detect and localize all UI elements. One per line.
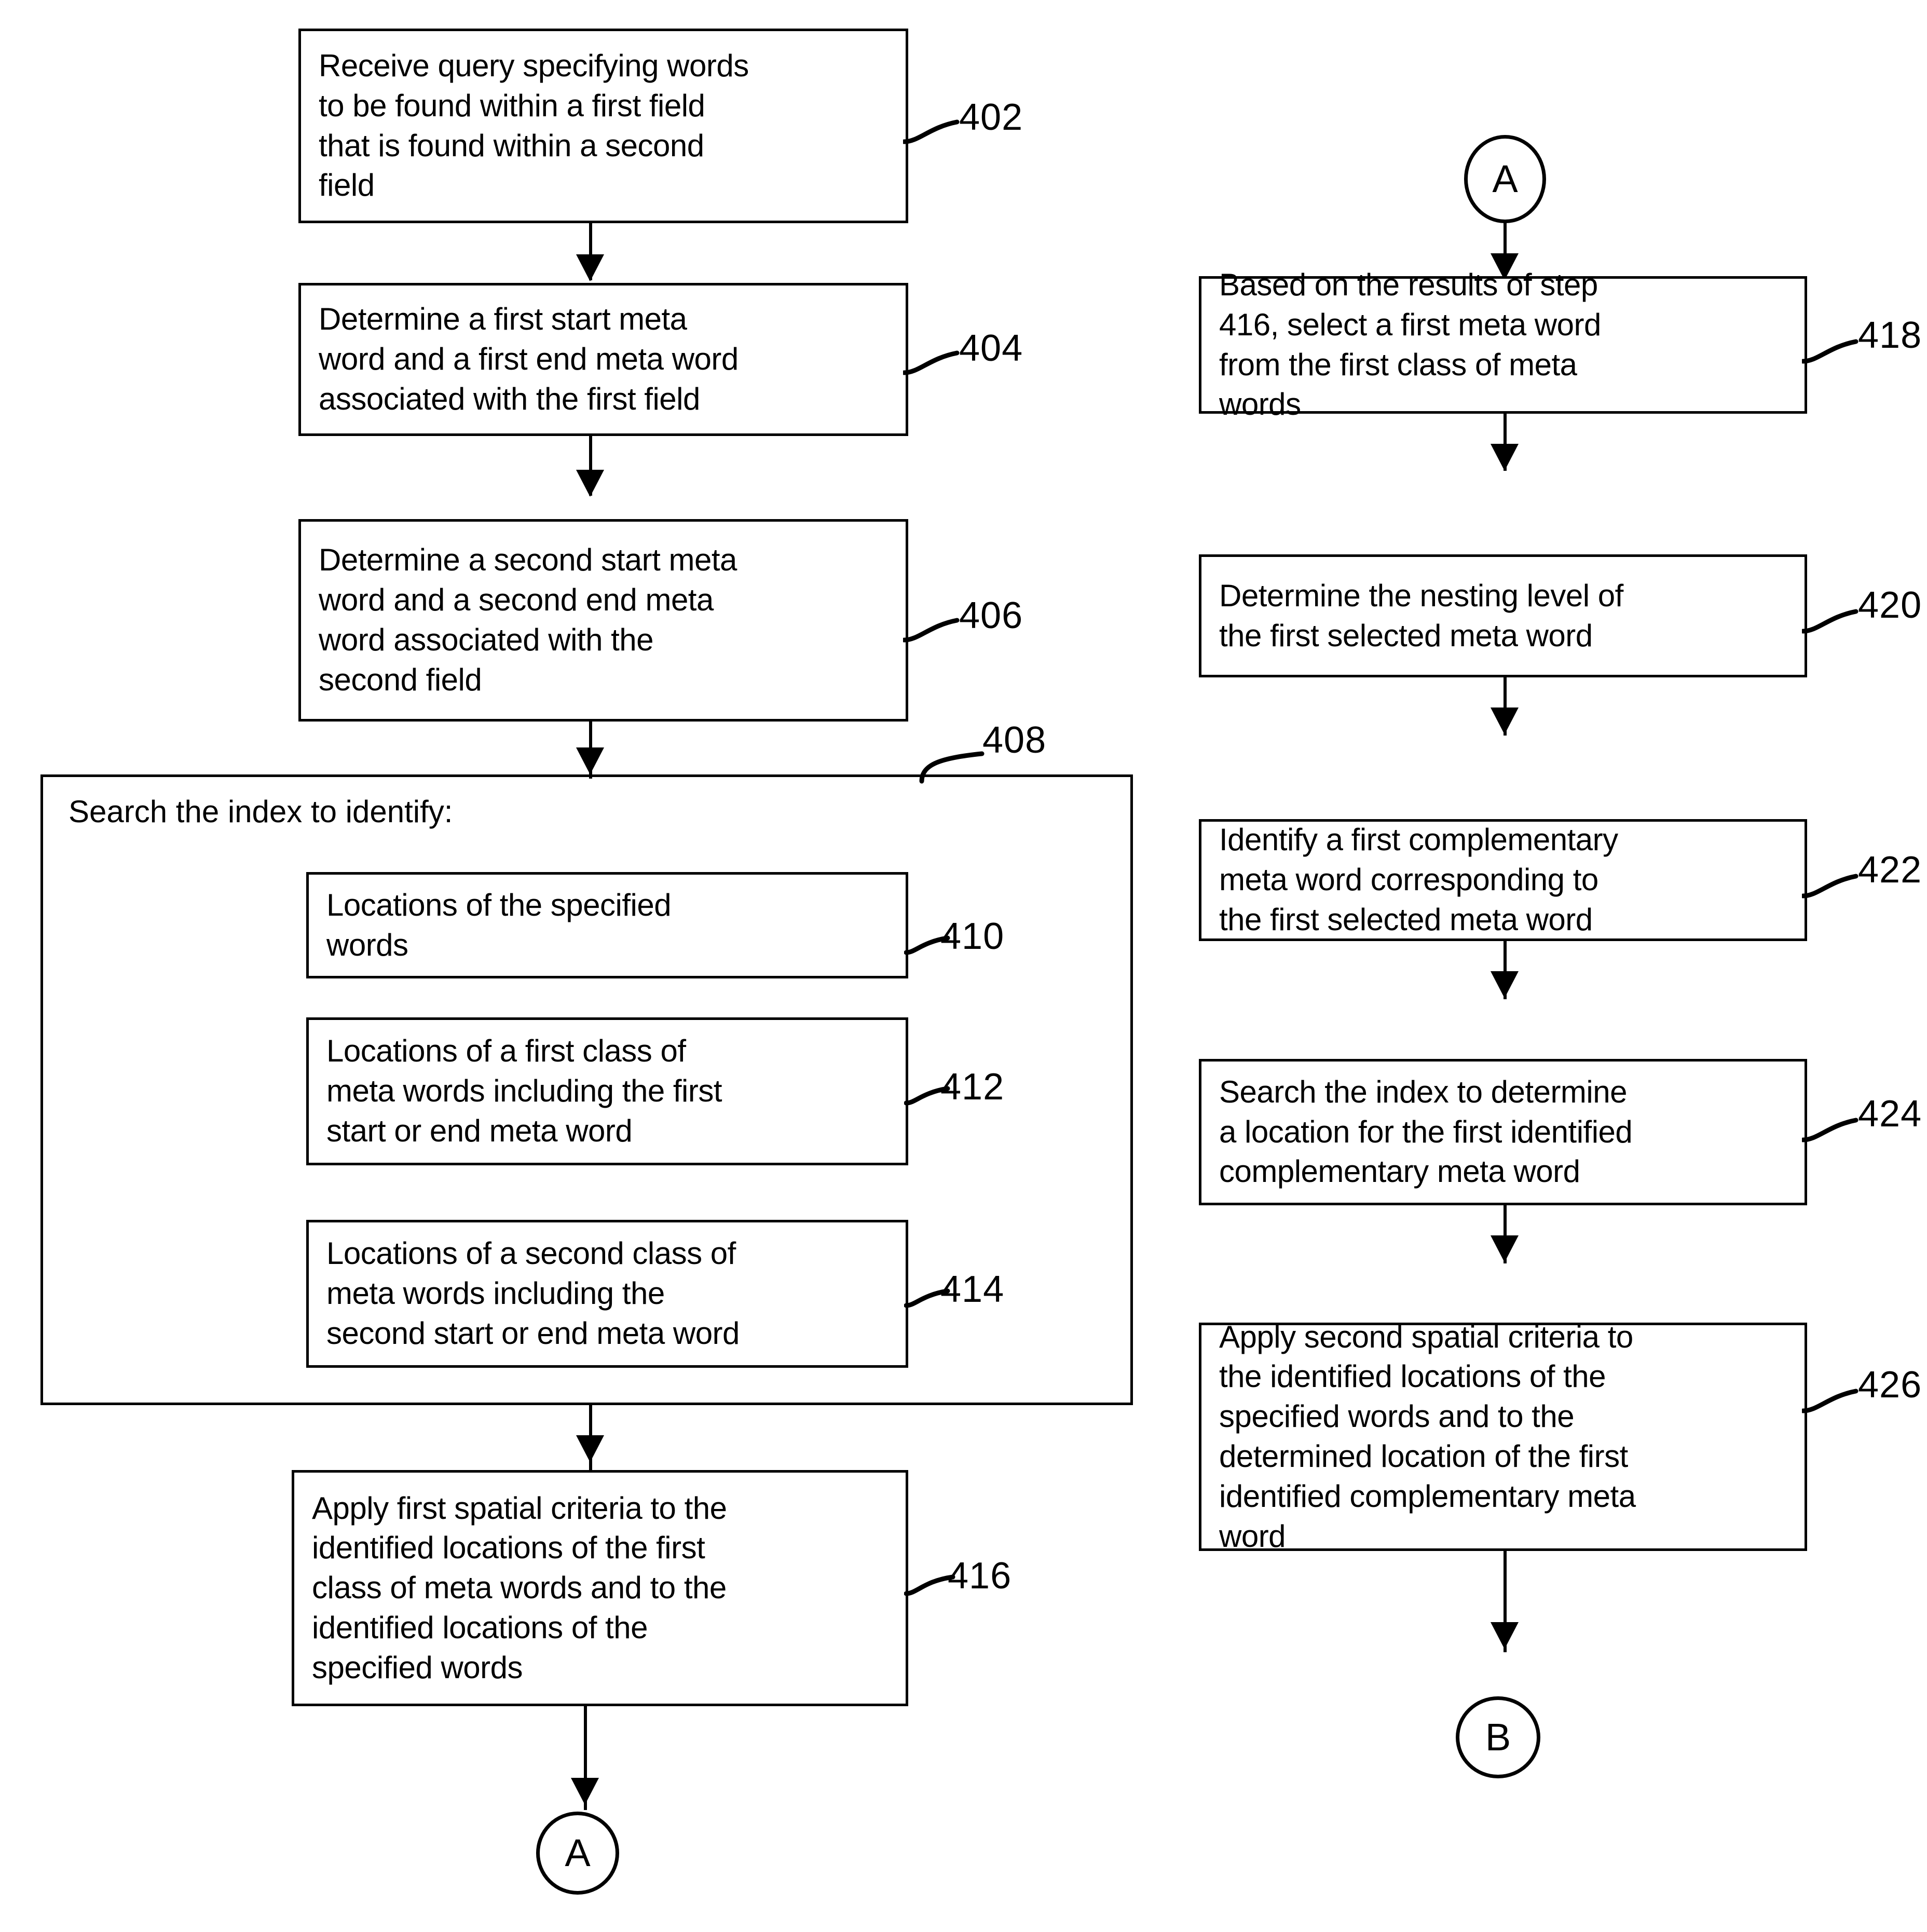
process-box-402[interactable]: Receive query specifying words to be fou… bbox=[298, 29, 908, 223]
offpage-connector-a-in-label: A bbox=[1492, 157, 1518, 200]
arrowhead-416-a bbox=[571, 1778, 599, 1805]
process-box-418-label: Based on the results of step 416, select… bbox=[1219, 267, 1601, 422]
arrowhead-418-420 bbox=[1491, 444, 1519, 471]
process-box-422[interactable]: Identify a first complementary meta word… bbox=[1199, 819, 1807, 941]
ref-number-416: 416 bbox=[948, 1555, 1012, 1597]
process-box-416-label: Apply first spatial criteria to the iden… bbox=[312, 1490, 727, 1685]
arrowhead-424-426 bbox=[1491, 1235, 1519, 1262]
offpage-connector-a-in[interactable]: A bbox=[1464, 135, 1546, 223]
process-box-410-label: Locations of the specified words bbox=[326, 887, 672, 962]
ref-number-420: 420 bbox=[1858, 584, 1922, 626]
offpage-connector-a-out[interactable]: A bbox=[536, 1812, 619, 1895]
ref-leader-404 bbox=[903, 350, 960, 375]
process-box-416[interactable]: Apply first spatial criteria to the iden… bbox=[292, 1470, 908, 1706]
process-box-426-label: Apply second spatial criteria to the ide… bbox=[1219, 1319, 1636, 1554]
process-box-406[interactable]: Determine a second start meta word and a… bbox=[298, 519, 908, 722]
flowchart-canvas: Receive query specifying words to be fou… bbox=[0, 0, 1927, 1932]
process-box-418[interactable]: Based on the results of step 416, select… bbox=[1199, 267, 1807, 421]
ref-number-424: 424 bbox=[1858, 1093, 1922, 1135]
ref-number-412: 412 bbox=[940, 1066, 1005, 1108]
ref-number-418: 418 bbox=[1858, 315, 1922, 356]
ref-number-404: 404 bbox=[959, 328, 1023, 369]
ref-leader-420 bbox=[1802, 609, 1858, 634]
ref-number-406: 406 bbox=[959, 595, 1023, 636]
arrowhead-402-404 bbox=[576, 254, 604, 281]
arrowhead-422-424 bbox=[1491, 971, 1519, 998]
ref-leader-418 bbox=[1802, 339, 1858, 364]
ref-leader-424 bbox=[1802, 1118, 1858, 1142]
ref-leader-408 bbox=[919, 751, 985, 784]
offpage-connector-b-label: B bbox=[1485, 1716, 1511, 1759]
arrowhead-420-422 bbox=[1491, 708, 1519, 734]
ref-number-426: 426 bbox=[1858, 1364, 1922, 1406]
ref-leader-402 bbox=[903, 119, 960, 144]
ref-number-414: 414 bbox=[940, 1269, 1005, 1310]
offpage-connector-b[interactable]: B bbox=[1456, 1696, 1540, 1778]
process-box-412-label: Locations of a first class of meta words… bbox=[326, 1033, 722, 1148]
process-box-424-label: Search the index to determine a location… bbox=[1219, 1074, 1633, 1189]
process-box-414[interactable]: Locations of a second class of meta word… bbox=[306, 1220, 908, 1368]
process-box-420[interactable]: Determine the nesting level of the first… bbox=[1199, 554, 1807, 677]
ref-number-402: 402 bbox=[959, 97, 1023, 138]
arrowhead-408-416 bbox=[576, 1435, 604, 1462]
process-box-424[interactable]: Search the index to determine a location… bbox=[1199, 1059, 1807, 1205]
process-box-414-label: Locations of a second class of meta word… bbox=[326, 1236, 740, 1351]
ref-leader-426 bbox=[1802, 1389, 1858, 1413]
process-box-404[interactable]: Determine a first start meta word and a … bbox=[298, 283, 908, 436]
process-box-412[interactable]: Locations of a first class of meta words… bbox=[306, 1017, 908, 1165]
process-box-410[interactable]: Locations of the specified words bbox=[306, 872, 908, 978]
process-group-408-title: Search the index to identify: bbox=[69, 794, 453, 829]
process-box-426[interactable]: Apply second spatial criteria to the ide… bbox=[1199, 1319, 1807, 1554]
arrowhead-426-b bbox=[1491, 1622, 1519, 1649]
ref-number-408: 408 bbox=[982, 719, 1047, 761]
arrowhead-406-408 bbox=[576, 747, 604, 774]
ref-leader-406 bbox=[903, 618, 960, 643]
process-box-406-label: Determine a second start meta word and a… bbox=[319, 542, 737, 697]
process-box-402-label: Receive query specifying words to be fou… bbox=[319, 48, 749, 203]
arrowhead-404-406 bbox=[576, 470, 604, 497]
ref-leader-422 bbox=[1802, 874, 1858, 899]
process-box-422-label: Identify a first complementary meta word… bbox=[1219, 822, 1618, 937]
process-box-404-label: Determine a first start meta word and a … bbox=[319, 302, 739, 416]
ref-number-410: 410 bbox=[940, 916, 1005, 957]
process-box-420-label: Determine the nesting level of the first… bbox=[1219, 578, 1623, 653]
ref-number-422: 422 bbox=[1858, 849, 1922, 891]
offpage-connector-a-out-label: A bbox=[565, 1831, 591, 1874]
